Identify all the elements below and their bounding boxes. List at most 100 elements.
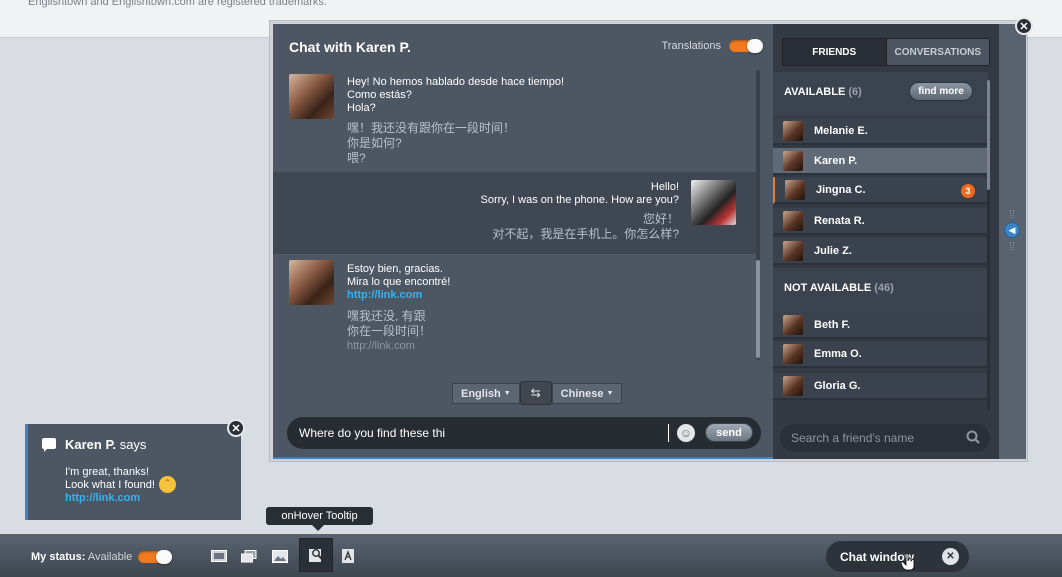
friend-item[interactable]: Melanie E. [773,118,988,145]
chat-window-tab[interactable]: Chat window ✕ [826,541,969,572]
toggle-knob [156,550,172,564]
image-edit-icon[interactable] [269,545,291,567]
friend-search-input[interactable] [791,430,956,446]
friend-item[interactable]: Gloria G. [773,373,988,400]
avatar [783,120,803,141]
notification-line: I'm great, thanks! [65,466,150,478]
translations-toggle[interactable] [729,39,763,53]
friends-tabs: FRIENDS CONVERSATIONS [782,38,990,66]
trademark-text: Englishtown and Englishtown.com are regi… [28,0,327,8]
chat-message: Estoy bien, gracias. Mira lo que encontr… [273,257,757,367]
friend-item-selected[interactable]: Karen P. [773,148,988,175]
message-composer: ☺ send [287,417,761,449]
translated-link[interactable]: http://link.com [347,339,431,354]
sender-name: Karen P. [65,437,117,452]
friend-item-unread[interactable]: Jingna C. 3 [773,177,988,204]
caret-down-icon: ▼ [503,390,511,397]
notification-title: Karen P. says [65,437,146,452]
status-title: My status: [31,551,86,563]
grip-icon [1010,242,1014,250]
chat-window: Chat with Karen P. Translations Hey! No … [269,20,1028,462]
panel-collapse-rail: ◀ [999,24,1026,459]
tab-friends[interactable]: FRIENDS [783,39,886,65]
friend-item[interactable]: Julie Z. [773,238,988,265]
friend-item[interactable]: Emma O. [773,341,988,368]
translate-icon[interactable] [337,545,359,567]
avatar [783,314,803,335]
message-link[interactable]: http://link.com [347,289,450,302]
translation-line: 嘿我还没, 有跟 [347,309,426,323]
translation-line: 喂? [347,151,366,165]
available-label: AVAILABLE [784,86,846,98]
avatar [785,179,805,200]
hand-cursor-icon [901,553,915,571]
language-selector: English ▼ ⇆ Chinese ▼ [452,381,623,405]
friends-scrollbar-thumb[interactable] [987,80,990,190]
friend-item[interactable]: Renata R. [773,208,988,235]
chat-message-own: Hello! Sorry, I was on the phone. How ar… [273,172,757,254]
chat-notification[interactable]: Karen P. says I'm great, thanks! Look wh… [25,424,241,520]
chat-scrollbar[interactable] [756,70,760,360]
friend-name: Emma O. [814,347,862,360]
message-line: Hola? [347,102,376,114]
tab-conversations[interactable]: CONVERSATIONS [885,39,989,65]
friend-item[interactable]: Beth F. [773,312,988,339]
cards-icon[interactable] [238,545,260,567]
not-available-section-header: NOT AVAILABLE (46) [773,268,988,312]
message-line: Hello! [650,181,679,193]
profile-search-icon[interactable] [299,538,333,572]
chat-title: Chat with Karen P. [289,39,411,55]
message-translation: 您好！ 对不起，我是在手机上。你怎么样? [492,212,679,242]
find-more-button[interactable]: find more [909,82,973,101]
chat-scrollbar-thumb[interactable] [756,260,760,358]
section-title: NOT AVAILABLE (46) [784,282,894,294]
friends-scrollbar[interactable] [987,80,990,410]
toggle-knob [747,39,763,53]
close-icon[interactable]: ✕ [942,548,959,565]
message-text: Hello! Sorry, I was on the phone. How ar… [480,181,679,207]
target-language-label: Chinese [560,387,604,400]
friend-name: Karen P. [814,154,858,167]
friend-name: Renata R. [814,214,865,227]
translation-line: 你是如何? [347,136,402,150]
message-input[interactable] [299,424,669,442]
photo-icon[interactable] [208,545,230,567]
grip-icon [1010,210,1014,218]
chevron-left-icon[interactable]: ◀ [1004,222,1020,238]
friend-search [780,424,990,452]
friend-name: Melanie E. [814,124,868,137]
translation-line: 您好！ [642,212,679,226]
source-language-label: English [461,387,501,400]
caret-down-icon: ▼ [606,390,614,397]
avatar [783,150,803,171]
close-icon[interactable]: ✕ [1015,17,1033,35]
thinking-face-icon: ˆ [159,476,176,493]
avatar [783,375,803,396]
message-line: Sorry, I was on the phone. How are you? [480,194,679,206]
source-language-dropdown[interactable]: English ▼ [452,383,520,404]
close-notification-icon[interactable]: ✕ [227,419,245,437]
notification-link[interactable]: http://link.com [65,492,140,504]
avatar [691,180,736,225]
search-icon[interactable] [966,430,980,444]
section-title: AVAILABLE (6) [784,86,862,98]
message-text: Hey! No hemos hablado desde hace tiempo!… [347,76,564,115]
friend-name: Jingna C. [816,183,866,196]
avatar [289,74,334,119]
smiley-icon[interactable]: ☺ [677,424,695,442]
chat-message: Hey! No hemos hablado desde hace tiempo!… [273,70,757,170]
status-toggle[interactable] [138,550,172,564]
send-button[interactable]: send [705,423,753,442]
translation-line: 你在一段时间！ [347,324,432,338]
message-line: Mira lo que encontré! [347,276,451,288]
translations-label: Translations [661,40,721,52]
status-label: My status: Available [31,551,132,563]
swap-languages-button[interactable]: ⇆ [519,381,552,405]
friend-name: Julie Z. [814,244,852,257]
status-value: Available [87,551,133,563]
message-line: Como estás? [347,89,412,101]
unread-badge: 3 [961,184,975,198]
message-translation: 嘿！我还没有跟你在一段时间！ 你是如何? 喂? [347,121,515,166]
available-count: (6) [848,86,862,98]
target-language-dropdown[interactable]: Chinese ▼ [551,383,623,404]
